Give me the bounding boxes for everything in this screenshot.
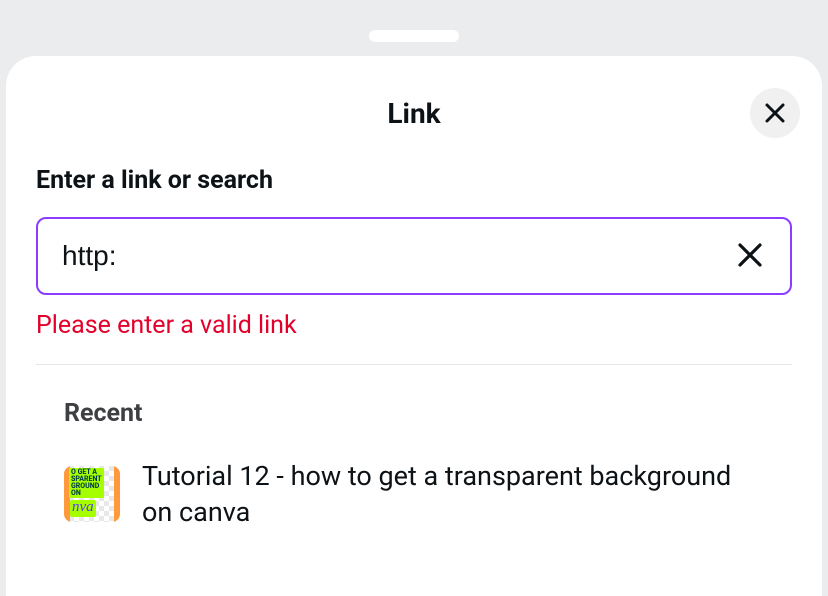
close-button[interactable] xyxy=(750,88,800,138)
close-icon xyxy=(736,241,764,272)
sheet-header: Link xyxy=(6,88,822,138)
divider xyxy=(36,364,792,365)
form-area: Enter a link or search Please enter a va… xyxy=(6,166,822,365)
clear-input-button[interactable] xyxy=(730,236,770,276)
recent-section: Recent O GET A SPARENT GROUND ON nva Tut… xyxy=(6,399,822,531)
close-icon xyxy=(764,102,786,124)
drag-handle[interactable] xyxy=(369,30,459,42)
recent-heading: Recent xyxy=(64,399,764,428)
input-label: Enter a link or search xyxy=(36,166,792,195)
error-message: Please enter a valid link xyxy=(36,311,792,340)
link-input[interactable] xyxy=(62,240,730,272)
link-sheet: Link Enter a link or search xyxy=(6,56,822,596)
sheet-title: Link xyxy=(387,97,440,130)
recent-item-title: Tutorial 12 - how to get a transparent b… xyxy=(142,458,764,531)
recent-item[interactable]: O GET A SPARENT GROUND ON nva Tutorial 1… xyxy=(64,458,764,531)
recent-item-thumbnail: O GET A SPARENT GROUND ON nva xyxy=(64,466,120,522)
link-input-wrap xyxy=(36,217,792,295)
